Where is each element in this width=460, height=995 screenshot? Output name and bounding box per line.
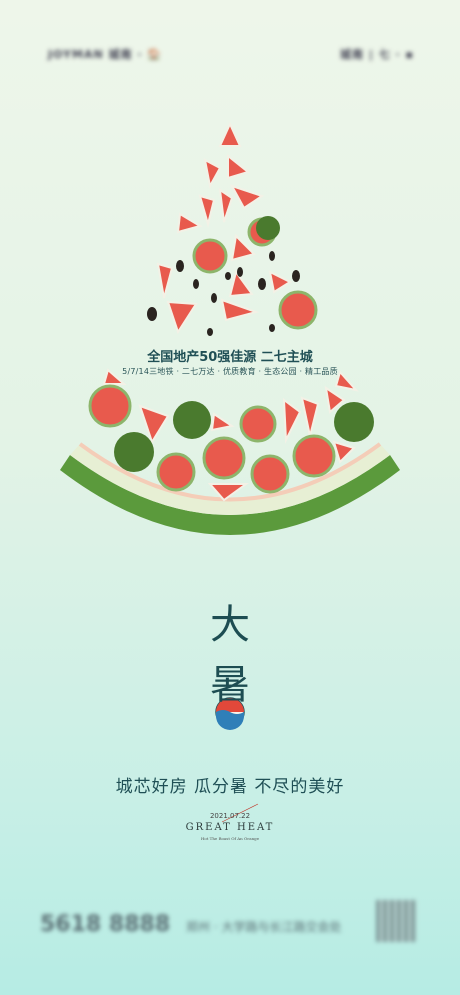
solar-term-subtitle: Hot The Boast Of An Orange bbox=[200, 836, 260, 841]
term-char-bottom: 暑 bbox=[210, 662, 250, 708]
watermelon-illustration bbox=[60, 121, 400, 823]
headline: 全国地产50强佳源 二七主城 bbox=[147, 350, 313, 365]
hotline-number: 5618 8888 bbox=[40, 912, 171, 937]
qr-code bbox=[376, 900, 416, 942]
solar-term-title: GREAT HEAT bbox=[185, 822, 275, 833]
slogan: 城芯好房 瓜分暑 不尽的美好 bbox=[115, 777, 345, 797]
features-line: 5/7/14三地铁 · 二七万达 · 优质教育 · 生态公园 · 精工品质 bbox=[122, 367, 338, 376]
date-label: 2021.07.22 bbox=[209, 812, 251, 820]
project-address: 郑州 · 大学路与长江路交会处 bbox=[186, 920, 342, 934]
term-char-top: 大 bbox=[210, 602, 250, 648]
